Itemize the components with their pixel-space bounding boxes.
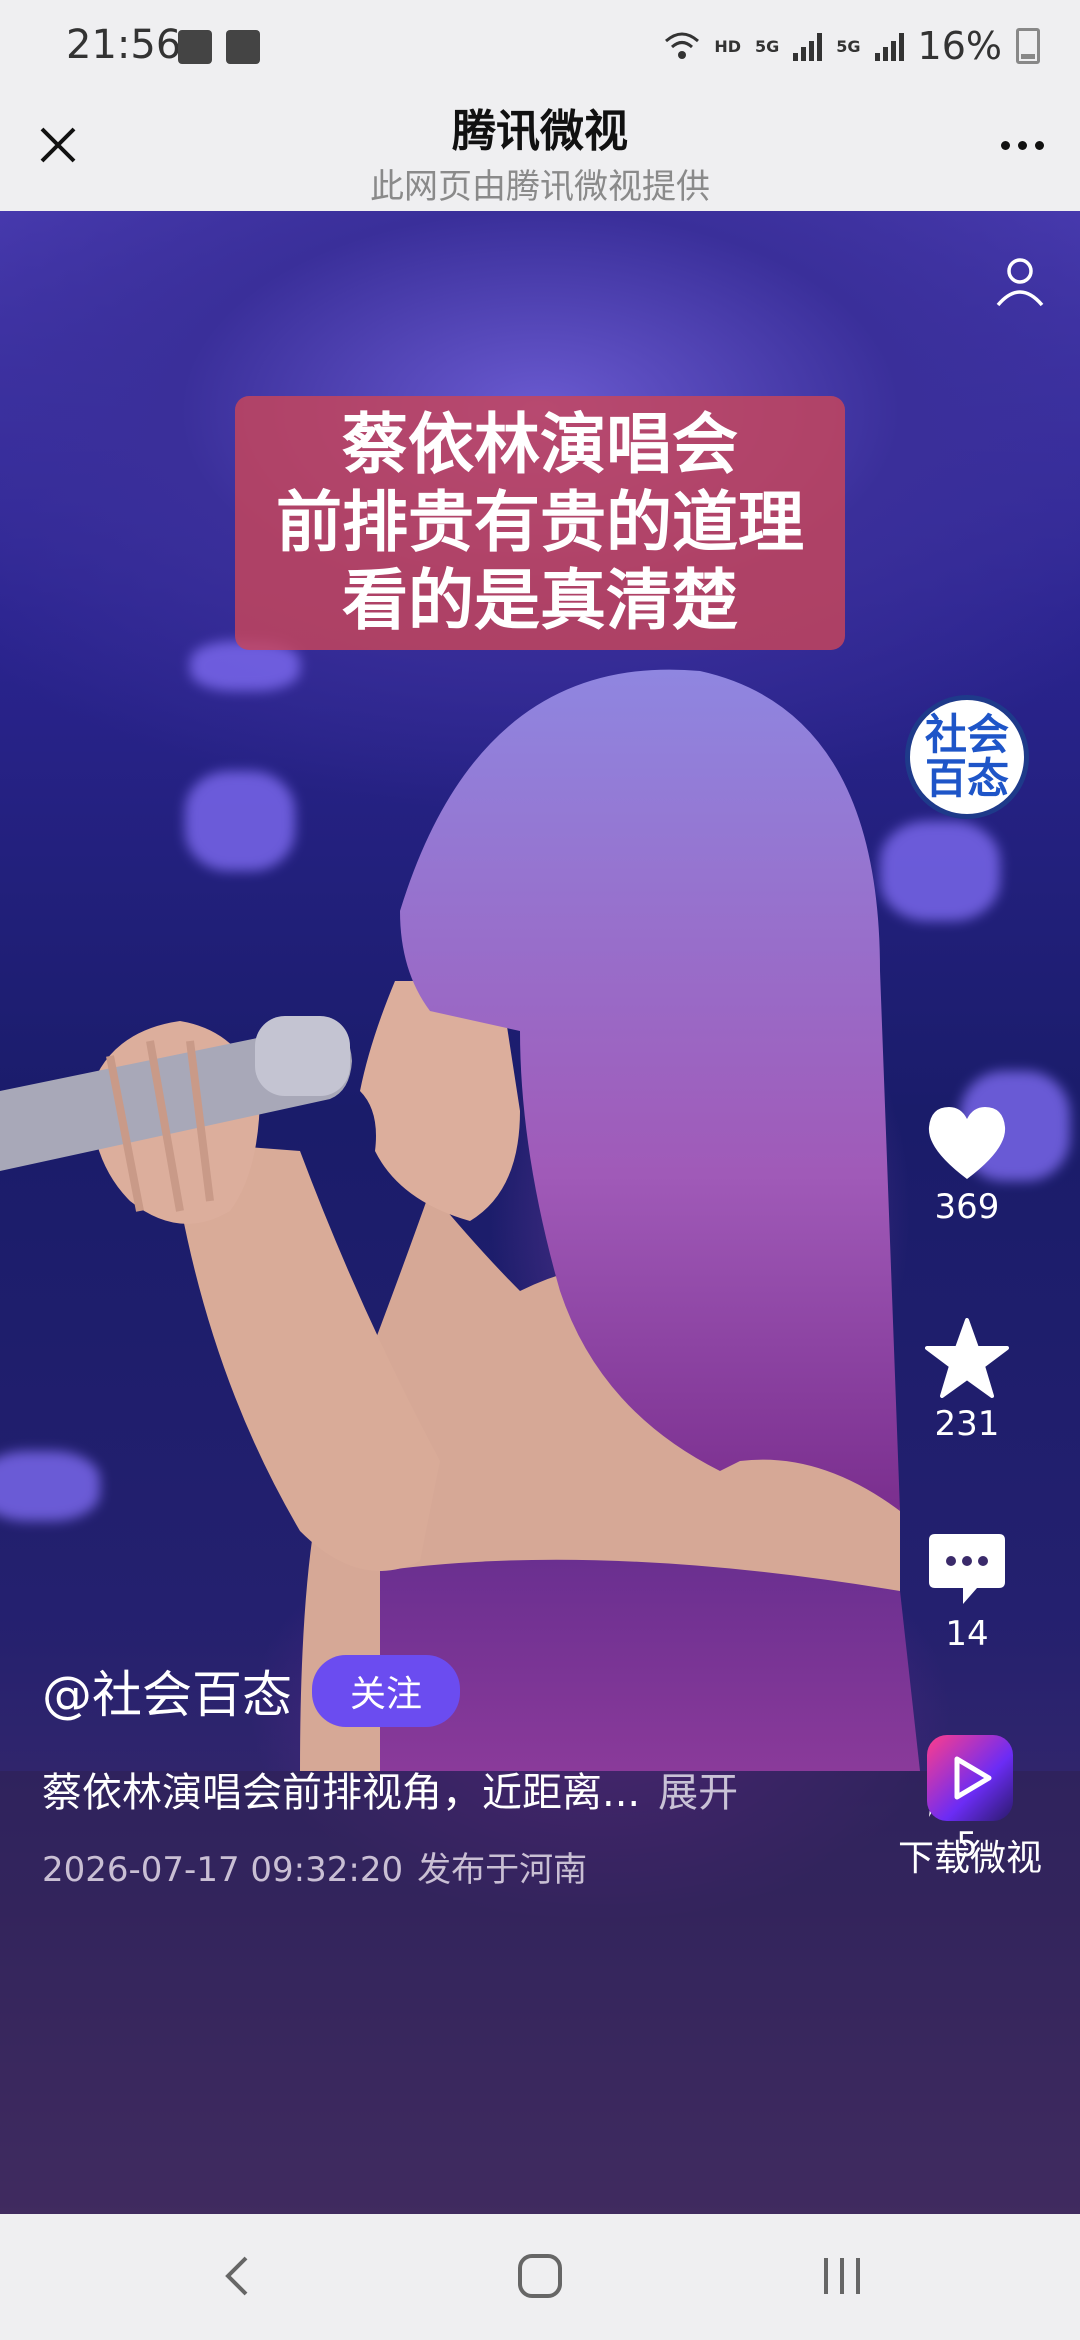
comment-button[interactable]: 14 — [900, 1532, 1034, 1654]
network-hd-label: HD — [714, 36, 741, 56]
signal-bars-2-icon — [874, 31, 904, 61]
star-icon — [925, 1318, 1009, 1398]
more-icon[interactable] — [992, 115, 1052, 175]
like-button[interactable]: 369 — [900, 1105, 1034, 1227]
recents-icon[interactable] — [812, 2246, 872, 2306]
comment-icon — [929, 1534, 1005, 1604]
like-count: 369 — [934, 1187, 1000, 1227]
author-row: @社会百态 关注 — [42, 1655, 461, 1727]
status-time: 21:56 — [66, 22, 182, 68]
battery-icon — [1016, 28, 1040, 64]
avatar-text: 社会 — [924, 710, 1009, 759]
status-bar: 21:56 HD 5G 5G 16% — [0, 0, 1080, 95]
battery-percent: 16% — [917, 24, 1002, 68]
status-right: HD 5G 5G 16% — [664, 24, 1040, 68]
caption-line: 看的是真清楚 — [342, 562, 738, 639]
download-label: 下载微视 — [897, 1838, 1042, 1879]
follow-button[interactable]: 关注 — [312, 1655, 461, 1727]
post-timestamp: 2026-07-17 09:32:20 — [42, 1850, 404, 1890]
weishi-logo-icon — [927, 1735, 1013, 1821]
wifi-icon — [665, 32, 700, 59]
comment-count: 14 — [945, 1614, 989, 1654]
author-name[interactable]: @社会百态 — [42, 1655, 292, 1727]
system-nav-bar — [0, 2214, 1080, 2340]
back-icon[interactable] — [208, 2246, 268, 2306]
post-location: 发布于河南 — [417, 1850, 588, 1890]
post-description: 蔡依林演唱会前排视角，近距离... — [42, 1770, 641, 1816]
favorite-button[interactable]: 231 — [900, 1318, 1034, 1444]
signal-2-label: 5G — [836, 36, 861, 56]
title-bar: 腾讯微视 此网页由腾讯微视提供 — [0, 95, 1080, 211]
video-caption: 蔡依林演唱会 前排贵有贵的道理 看的是真清楚 — [235, 396, 845, 650]
page-subtitle: 此网页由腾讯微视提供 — [370, 167, 710, 207]
gallery-notification-icon — [178, 30, 212, 64]
avatar-text: 百态 — [924, 754, 1009, 803]
user-icon[interactable] — [990, 251, 1050, 311]
signal-1-label: 5G — [755, 36, 780, 56]
page-title: 腾讯微视 — [452, 106, 628, 157]
caption-line: 蔡依林演唱会 — [342, 406, 738, 483]
expand-link[interactable]: 展开 — [658, 1770, 738, 1816]
post-meta: 2026-07-17 09:32:20 发布于河南 — [42, 1842, 587, 1891]
author-avatar[interactable]: 社会 百态 — [905, 695, 1029, 819]
caption-line: 前排贵有贵的道理 — [276, 484, 804, 561]
favorite-count: 231 — [934, 1404, 1000, 1444]
post-description-row: 蔡依林演唱会前排视角，近距离... 展开 — [42, 1760, 738, 1818]
signal-bars-1-icon — [793, 31, 823, 61]
check-notification-icon — [226, 30, 260, 64]
download-weishi-button[interactable]: 下载微视 — [885, 1735, 1055, 1881]
home-icon[interactable] — [510, 2246, 570, 2306]
heart-icon — [928, 1107, 1006, 1179]
